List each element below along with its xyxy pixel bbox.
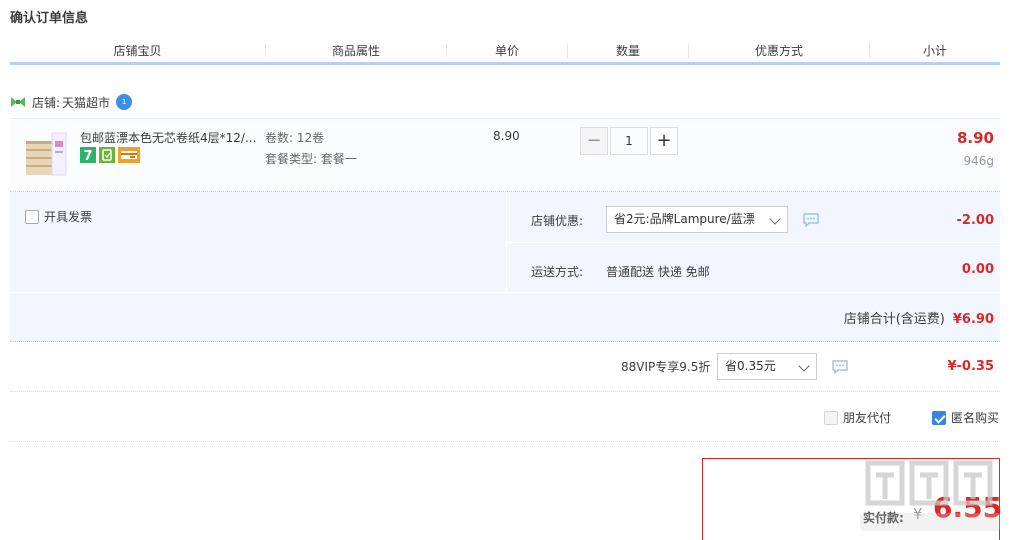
friend-pay-checkbox[interactable] <box>824 410 838 425</box>
header-divider <box>10 62 1000 65</box>
column-header-attributes: 商品属性 <box>331 44 380 58</box>
shop-label: 店铺: <box>32 95 61 110</box>
shop-chat-icon[interactable]: 1 <box>116 94 133 110</box>
invoice-checkbox[interactable] <box>25 209 39 224</box>
shipping-value: 0.00 <box>961 262 994 277</box>
quantity-stepper: − 1 + <box>580 127 678 155</box>
quantity-input[interactable]: 1 <box>610 127 648 155</box>
service-tags: 7 <box>80 147 140 164</box>
vip-selected: 省0.35元 <box>725 359 776 373</box>
shipping-label: 运送方式: <box>531 265 584 279</box>
shop-promo-selected: 省2元:品牌Lampure/蓝漂 <box>614 212 755 226</box>
column-header-quantity: 数量 <box>615 44 640 58</box>
svg-text:7: 7 <box>83 149 92 163</box>
shop-line: 店铺: 天猫超市 1 <box>10 94 133 111</box>
column-header-discount: 优惠方式 <box>754 44 803 58</box>
page-title: 确认订单信息 <box>10 11 89 26</box>
unit-price: 8.90 <box>493 129 520 143</box>
column-header-subtotal: 小计 <box>922 44 947 58</box>
item-subtotal: 8.90 <box>956 129 994 147</box>
promo-divider <box>506 242 1000 243</box>
attr-roll-count: 卷数: 12卷 <box>265 129 324 146</box>
vip-discount-value: ¥-0.35 <box>947 359 994 374</box>
invoice-option[interactable]: 开具发票 <box>25 208 92 225</box>
column-headers: 店铺宝贝 商品属性 单价 数量 优惠方式 小计 <box>10 40 1000 62</box>
quantity-increase-button[interactable]: + <box>650 127 678 155</box>
shop-total-value: ¥6.90 <box>952 312 994 327</box>
tmall-shop-icon <box>10 96 26 108</box>
vip-label: 88VIP专享9.5折 <box>621 360 711 374</box>
friend-pay-option[interactable]: 朋友代付 <box>824 409 891 426</box>
credit-card-icon[interactable] <box>118 147 140 163</box>
chevron-down-icon <box>798 360 810 372</box>
shop-name[interactable]: 天猫超市 <box>62 94 110 111</box>
shop-total: 店铺合计(含运费) ¥6.90 <box>844 308 994 327</box>
anonymous-checkbox[interactable] <box>932 410 946 425</box>
anonymous-label: 匿名购买 <box>951 411 1000 425</box>
shop-promo-select[interactable]: 省2元:品牌Lampure/蓝漂 <box>606 206 788 233</box>
product-title-link[interactable]: 包邮蓝漂本色无芯卷纸4层*12/... <box>80 129 265 146</box>
message-icon[interactable] <box>832 360 848 375</box>
seven-day-return-icon[interactable]: 7 <box>80 147 96 164</box>
friend-pay-label: 朋友代付 <box>843 411 892 425</box>
order-item-row: 包邮蓝漂本色无芯卷纸4层*12/... 7 卷数: 12卷 套餐类型: 套餐一 … <box>10 118 1000 192</box>
shop-promo-value: -2.00 <box>956 213 994 228</box>
shop-promo-block: 开具发票 店铺优惠: 省2元:品牌Lampure/蓝漂 -2.00 运送方式: … <box>10 192 1000 342</box>
quantity-decrease-button[interactable]: − <box>580 127 608 155</box>
vip-discount-select[interactable]: 省0.35元 <box>717 353 817 380</box>
column-header-shop-item: 店铺宝贝 <box>113 44 162 58</box>
product-image[interactable] <box>24 127 68 177</box>
promo-divider <box>10 292 1000 293</box>
message-icon[interactable] <box>803 213 819 228</box>
shop-promo-label: 店铺优惠: <box>531 214 584 228</box>
attr-value: 12卷 <box>296 131 325 145</box>
attr-label: 套餐类型: <box>265 152 318 166</box>
quality-guarantee-icon[interactable] <box>99 147 115 163</box>
attr-label: 卷数: <box>265 131 294 145</box>
attr-value: 套餐一 <box>320 152 357 166</box>
shop-total-label: 店铺合计(含运费) <box>843 312 945 327</box>
column-header-price: 单价 <box>494 44 519 58</box>
invoice-label: 开具发票 <box>44 210 93 224</box>
order-options-row: 朋友代付 匿名购买 <box>10 392 1000 442</box>
watermark-logo <box>854 455 1004 540</box>
shipping-method: 普通配送 快递 免邮 <box>606 265 710 279</box>
anonymous-option[interactable]: 匿名购买 <box>932 409 999 426</box>
chevron-down-icon <box>769 213 781 225</box>
item-weight: 946g <box>963 154 994 168</box>
attr-package-type: 套餐类型: 套餐一 <box>265 150 357 167</box>
vip-discount-row: 88VIP专享9.5折 省0.35元 ¥-0.35 <box>10 342 1000 392</box>
